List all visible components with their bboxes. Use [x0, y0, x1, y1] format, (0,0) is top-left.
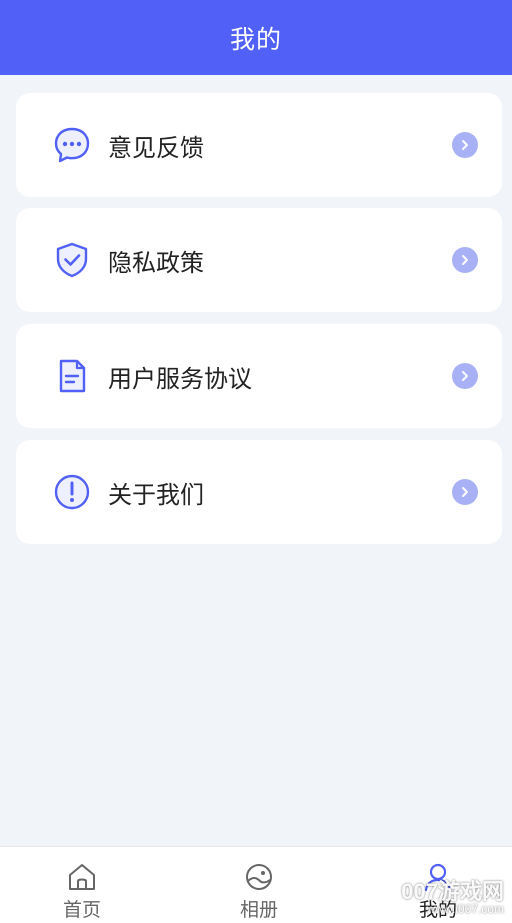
- menu-item-label: 用户服务协议: [108, 364, 252, 393]
- tab-label: 相册: [239, 899, 278, 921]
- menu-item-label: 隐私政策: [108, 248, 204, 277]
- chevron-right-icon: [452, 247, 478, 273]
- app-header: 我的: [0, 0, 512, 75]
- tab-album[interactable]: 相册: [199, 847, 319, 923]
- tab-home[interactable]: 首页: [22, 847, 142, 923]
- chevron-right-icon: [452, 479, 478, 505]
- menu-item-feedback[interactable]: 意见反馈: [16, 93, 502, 197]
- home-icon: [66, 861, 98, 893]
- menu-item-label: 意见反馈: [108, 133, 204, 162]
- chevron-right-icon: [452, 132, 478, 158]
- watermark-line-2: www.i007.com: [426, 902, 504, 916]
- watermark-line-1: 007游戏网: [401, 879, 504, 904]
- tab-label: 首页: [62, 899, 101, 921]
- privacy-shield-icon: [53, 241, 91, 279]
- album-icon: [243, 861, 275, 893]
- menu-item-label: 关于我们: [108, 480, 204, 509]
- about-info-icon: [53, 473, 91, 511]
- site-watermark: 007游戏网 www.i007.com: [401, 879, 504, 916]
- menu-item-about-us[interactable]: 关于我们: [16, 440, 502, 544]
- chevron-right-icon: [452, 363, 478, 389]
- menu-item-privacy-policy[interactable]: 隐私政策: [16, 208, 502, 312]
- page-title: 我的: [229, 24, 282, 54]
- feedback-chat-icon: [53, 126, 91, 164]
- agreement-document-icon: [53, 357, 91, 395]
- menu-item-user-agreement[interactable]: 用户服务协议: [16, 324, 502, 428]
